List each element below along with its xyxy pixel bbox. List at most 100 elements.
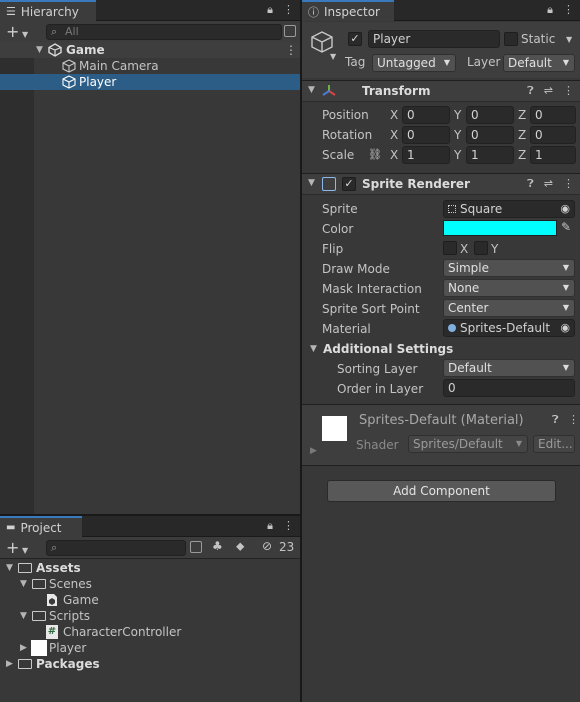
expand-triangle-icon[interactable]: ▼ bbox=[36, 42, 43, 58]
mask-interaction-dropdown[interactable]: None ▼ bbox=[443, 279, 575, 297]
project-item-character-controller[interactable]: # CharacterController bbox=[0, 624, 300, 640]
gameobject-cube-icon bbox=[62, 59, 76, 73]
project-item-player-prefab[interactable]: ▶ Player bbox=[0, 640, 300, 656]
hidden-packages-icon[interactable]: ⊘ bbox=[262, 539, 272, 553]
rotation-x-field[interactable]: 0 bbox=[402, 126, 450, 144]
collapsed-triangle-icon[interactable]: ▶ bbox=[20, 640, 27, 656]
scene-row[interactable]: ▼ Game ⋮ bbox=[0, 42, 300, 58]
sprite-renderer-enabled-checkbox[interactable]: ✓ bbox=[342, 177, 356, 191]
help-icon[interactable]: ❓︎ bbox=[552, 413, 559, 427]
gameobject-icon[interactable] bbox=[310, 30, 334, 54]
tab-project-label: Project bbox=[20, 520, 62, 535]
scale-x-field[interactable]: 1 bbox=[402, 146, 450, 164]
flip-y-checkbox[interactable] bbox=[474, 241, 488, 255]
more-icon[interactable]: ⋮ bbox=[563, 84, 574, 98]
expand-triangle-icon[interactable]: ▼ bbox=[308, 178, 315, 188]
more-icon[interactable]: ⋮ bbox=[568, 413, 579, 426]
expand-triangle-icon[interactable]: ▼ bbox=[20, 576, 27, 592]
material-object-field[interactable]: Sprites-Default ◉ bbox=[443, 319, 575, 337]
folder-open-icon bbox=[32, 611, 46, 621]
sorting-layer-dropdown[interactable]: Default ▼ bbox=[443, 359, 575, 377]
rotation-z-field[interactable]: 0 bbox=[530, 126, 576, 144]
presets-icon[interactable]: ⇌ bbox=[544, 177, 553, 191]
draw-mode-value: Simple bbox=[448, 261, 489, 275]
material-value: Sprites-Default bbox=[460, 321, 551, 335]
material-sphere-icon bbox=[448, 324, 456, 332]
sprite-object-field[interactable]: Square ◉ bbox=[443, 200, 575, 218]
additional-settings-foldout[interactable]: Additional Settings bbox=[323, 342, 453, 356]
expand-triangle-icon[interactable]: ▼ bbox=[308, 85, 315, 95]
more-icon[interactable]: ⋮ bbox=[283, 519, 294, 533]
sprite-renderer-header[interactable]: ▼ ✓ Sprite Renderer ❓︎ ⇌ ⋮ bbox=[302, 173, 580, 195]
object-picker-icon[interactable]: ◉ bbox=[560, 201, 570, 217]
hierarchy-toolbar: + ▼ ⌕ All bbox=[0, 21, 300, 43]
eyedropper-icon[interactable]: ✎ bbox=[561, 220, 571, 234]
lock-icon[interactable]: 🔒︎ bbox=[267, 3, 273, 17]
scale-y-field[interactable]: 1 bbox=[466, 146, 514, 164]
search-icon: ⌕ bbox=[51, 541, 58, 554]
axis-z-label: Z bbox=[518, 108, 527, 122]
draw-mode-dropdown[interactable]: Simple ▼ bbox=[443, 259, 575, 277]
filter-by-type-icon[interactable]: ♣ bbox=[212, 539, 223, 553]
hierarchy-search-input[interactable]: ⌕ All bbox=[46, 24, 282, 40]
tab-project[interactable]: ▬ Project bbox=[0, 516, 82, 537]
expand-triangle-icon[interactable]: ▼ bbox=[20, 608, 27, 624]
shader-edit-button[interactable]: Edit... bbox=[533, 435, 575, 453]
hierarchy-item-player[interactable]: Player bbox=[0, 74, 300, 90]
shader-dropdown[interactable]: Sprites/Default ▼ bbox=[408, 435, 528, 453]
project-folder-packages[interactable]: ▶ Packages bbox=[0, 656, 300, 672]
link-constrain-icon[interactable]: ⛓ bbox=[368, 148, 382, 161]
draw-mode-label: Draw Mode bbox=[322, 262, 390, 276]
hierarchy-panel: ☰ Hierarchy 🔒︎ ⋮ + ▼ ⌕ All ▼ Game ⋮ Main… bbox=[0, 0, 300, 514]
search-by-type-icon[interactable] bbox=[190, 541, 202, 553]
tag-dropdown[interactable]: Untagged ▼ bbox=[372, 54, 456, 72]
project-folder-assets[interactable]: ▼ Assets bbox=[0, 560, 300, 576]
create-plus-icon[interactable]: + ▼ bbox=[6, 538, 28, 557]
search-options-icon[interactable] bbox=[284, 25, 296, 37]
project-search-input[interactable]: ⌕ bbox=[46, 540, 186, 556]
filter-by-label-icon[interactable]: ⬥ bbox=[236, 539, 244, 554]
hierarchy-item-main-camera[interactable]: Main Camera bbox=[0, 58, 300, 74]
help-icon[interactable]: ❓︎ bbox=[527, 177, 534, 191]
color-swatch[interactable] bbox=[443, 220, 557, 236]
static-checkbox[interactable] bbox=[504, 32, 518, 46]
more-icon[interactable]: ⋮ bbox=[563, 3, 574, 17]
position-z-field[interactable]: 0 bbox=[530, 106, 576, 124]
lock-icon[interactable]: 🔒︎ bbox=[547, 3, 553, 17]
help-icon[interactable]: ❓︎ bbox=[527, 84, 534, 98]
object-name-field[interactable]: Player bbox=[368, 30, 500, 48]
create-plus-icon[interactable]: + ▼ bbox=[6, 22, 28, 41]
material-preview bbox=[322, 416, 347, 441]
tab-hierarchy[interactable]: ☰ Hierarchy bbox=[0, 0, 96, 21]
add-component-button[interactable]: Add Component bbox=[327, 480, 556, 502]
presets-icon[interactable]: ⇌ bbox=[544, 84, 553, 98]
material-label: Material bbox=[322, 322, 371, 336]
more-icon[interactable]: ⋮ bbox=[283, 3, 294, 17]
position-x-field[interactable]: 0 bbox=[402, 106, 450, 124]
sprite-value: Square bbox=[460, 202, 503, 216]
layer-dropdown[interactable]: Default ▼ bbox=[503, 54, 575, 72]
field-value: 1 bbox=[471, 148, 479, 162]
object-picker-icon[interactable]: ◉ bbox=[560, 320, 570, 336]
flip-x-checkbox[interactable] bbox=[443, 241, 457, 255]
rotation-y-field[interactable]: 0 bbox=[466, 126, 514, 144]
expand-triangle-icon[interactable]: ▼ bbox=[6, 560, 13, 576]
static-dropdown-icon[interactable]: ▼ bbox=[566, 35, 572, 44]
lock-icon[interactable]: 🔒︎ bbox=[267, 519, 273, 533]
project-folder-scenes[interactable]: ▼ Scenes bbox=[0, 576, 300, 592]
position-y-field[interactable]: 0 bbox=[466, 106, 514, 124]
tab-inspector[interactable]: ⓘ Inspector bbox=[302, 0, 394, 21]
project-folder-scripts[interactable]: ▼ Scripts bbox=[0, 608, 300, 624]
scale-z-field[interactable]: 1 bbox=[530, 146, 576, 164]
project-item-game-scene[interactable]: Game bbox=[0, 592, 300, 608]
icon-dropdown-icon[interactable]: ▼ bbox=[330, 52, 336, 61]
active-checkbox[interactable]: ✓ bbox=[348, 32, 362, 46]
scene-more-icon[interactable]: ⋮ bbox=[285, 42, 297, 58]
more-icon[interactable]: ⋮ bbox=[563, 177, 574, 191]
collapsed-triangle-icon[interactable]: ▶ bbox=[310, 446, 317, 456]
collapsed-triangle-icon[interactable]: ▶ bbox=[6, 656, 13, 672]
order-in-layer-field[interactable]: 0 bbox=[443, 379, 575, 397]
sprite-sort-point-dropdown[interactable]: Center ▼ bbox=[443, 299, 575, 317]
transform-header[interactable]: ▼ Transform ❓︎ ⇌ ⋮ bbox=[302, 80, 580, 102]
expand-triangle-icon[interactable]: ▼ bbox=[310, 344, 317, 354]
